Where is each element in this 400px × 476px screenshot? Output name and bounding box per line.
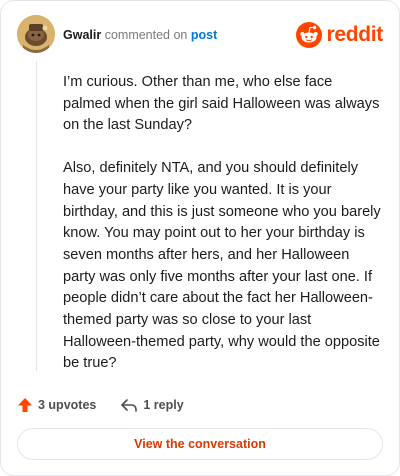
embedded-comment-card: Gwalir commented on post reddit I’m curi… bbox=[0, 0, 400, 476]
comment-actions: 3 upvotes 1 reply bbox=[17, 394, 208, 416]
action-text: commented on bbox=[104, 28, 188, 42]
comment-body: I’m curious. Other than me, who else fac… bbox=[63, 72, 383, 375]
upvote-count: 3 upvotes bbox=[38, 398, 97, 412]
username-link[interactable]: Gwalir bbox=[63, 28, 101, 42]
upvote-arrow-icon bbox=[18, 398, 32, 412]
comment-header: Gwalir commented on post reddit bbox=[17, 15, 383, 55]
reddit-wordmark: reddit bbox=[326, 23, 383, 46]
view-conversation-button[interactable]: View the conversation bbox=[17, 428, 383, 460]
reddit-brand[interactable]: reddit bbox=[296, 21, 383, 49]
thread-line bbox=[36, 61, 37, 371]
snoo-avatar-icon[interactable] bbox=[17, 15, 55, 53]
comment-paragraph: I’m curious. Other than me, who else fac… bbox=[63, 74, 380, 134]
comment-paragraph: Also, definitely NTA, and you should def… bbox=[63, 160, 381, 372]
reply-arrow-icon bbox=[121, 399, 138, 412]
reddit-logo-icon bbox=[296, 22, 323, 48]
reply-button[interactable]: 1 reply bbox=[120, 397, 184, 413]
reply-count: 1 reply bbox=[143, 398, 184, 412]
upvote-button[interactable]: 3 upvotes bbox=[17, 397, 96, 413]
post-link[interactable]: post bbox=[191, 28, 217, 42]
comment-byline: Gwalir commented on post bbox=[63, 27, 217, 43]
